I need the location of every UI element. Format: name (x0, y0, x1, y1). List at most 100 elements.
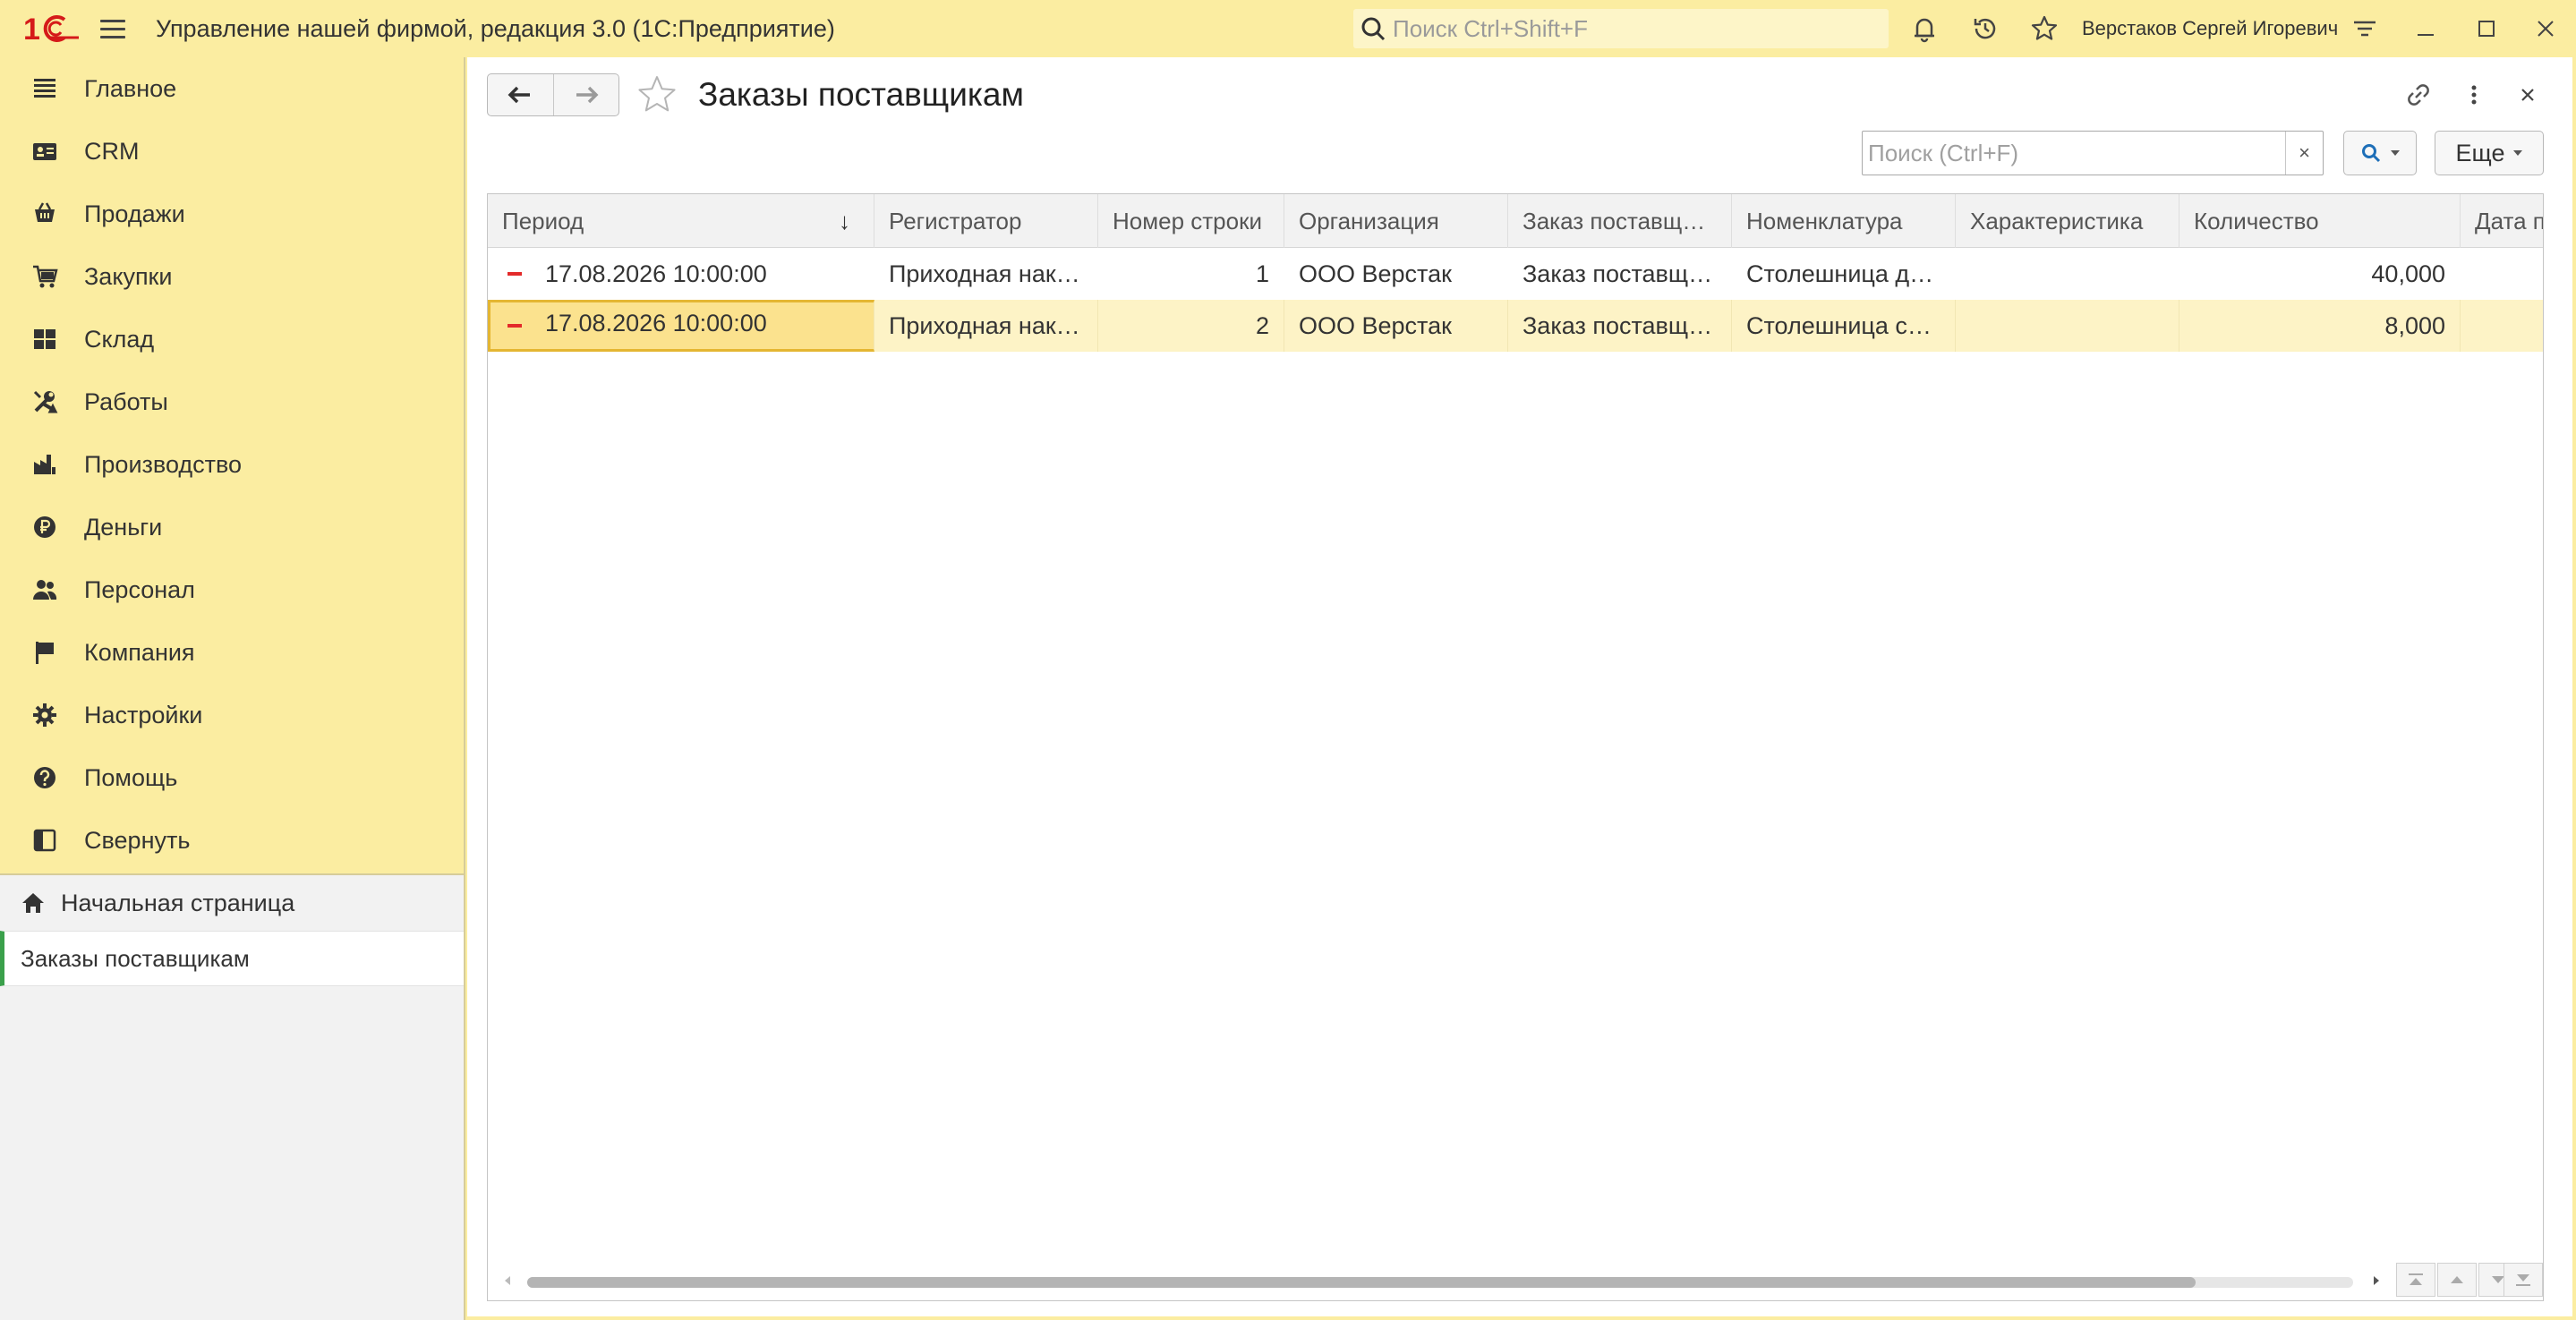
history-icon[interactable] (1969, 13, 2001, 45)
back-button[interactable] (488, 74, 553, 115)
favorite-star-icon[interactable] (634, 72, 680, 118)
sidebar-item-label: Помощь (84, 763, 178, 791)
forward-button[interactable] (552, 74, 619, 115)
table-row[interactable]: 17.08.2026 10:00:00 Приходная нак… 2 ООО… (488, 300, 2543, 352)
settings-lines-icon[interactable] (2349, 13, 2381, 45)
cart-icon (29, 198, 61, 230)
global-search-input[interactable] (1393, 14, 1876, 43)
cell-line-number[interactable]: 1 (1098, 248, 1284, 300)
column-header-nomenclature[interactable]: Номенклатура (1732, 194, 1956, 248)
sidebar-item-crm[interactable]: CRM (0, 120, 464, 183)
sidebar-item-sales[interactable]: Продажи (0, 183, 464, 245)
minimize-icon[interactable] (2410, 13, 2442, 45)
cell-quantity[interactable]: 40,000 (2179, 248, 2461, 300)
cell-quantity[interactable]: 8,000 (2179, 300, 2461, 352)
column-header-supplier-order[interactable]: Заказ поставщ… (1508, 194, 1732, 248)
list-icon (29, 72, 61, 105)
table-row[interactable]: 17.08.2026 10:00:00 Приходная нак… 1 ООО… (488, 248, 2543, 300)
cell-date[interactable] (2461, 300, 2543, 352)
sort-desc-icon: ↓ (839, 208, 850, 234)
column-header-date[interactable]: Дата п (2461, 194, 2543, 248)
crm-icon (29, 135, 61, 167)
title-bar: 1 Управление нашей фирмой, редакция 3.0 … (0, 0, 2576, 57)
sidebar-item-help[interactable]: Помощь (0, 746, 464, 809)
clear-search-button[interactable]: × (2285, 132, 2323, 175)
star-icon[interactable] (2028, 13, 2060, 45)
cell-supplier-order[interactable]: Заказ поставщ… (1508, 300, 1732, 352)
sidebar-item-main[interactable]: Главное (0, 57, 464, 120)
cell-line-number[interactable]: 2 (1098, 300, 1284, 352)
scrollbar-thumb[interactable] (527, 1277, 2196, 1288)
global-search[interactable] (1353, 9, 1889, 48)
cell-characteristic[interactable] (1956, 248, 2179, 300)
more-button[interactable]: Еще (2435, 131, 2544, 175)
sidebar-item-personnel[interactable]: Персонал (0, 558, 464, 621)
sidebar-item-purchases[interactable]: Закупки (0, 245, 464, 308)
sidebar-item-warehouse[interactable]: Склад (0, 308, 464, 370)
home-icon (18, 888, 48, 918)
column-header-registrator[interactable]: Регистратор (874, 194, 1098, 248)
user-name[interactable]: Верстаков Сергей Игоревич (2082, 0, 2338, 57)
arrow-left-icon (508, 86, 531, 104)
expense-mark-icon (508, 324, 522, 328)
scroll-left-icon[interactable] (499, 1272, 516, 1290)
expense-mark-icon (508, 272, 522, 276)
maximize-icon[interactable] (2470, 13, 2503, 45)
more-vertical-icon[interactable] (2456, 77, 2492, 113)
sidebar-item-label: Главное (84, 74, 177, 102)
sidebar-item-settings[interactable]: Настройки (0, 684, 464, 746)
scroll-up-icon[interactable] (2437, 1263, 2477, 1297)
sidebar-item-label: Производство (84, 450, 243, 478)
1c-logo-icon[interactable]: 1 (23, 11, 79, 47)
cell-registrator[interactable]: Приходная нак… (874, 248, 1098, 300)
history-nav (487, 73, 619, 116)
sidebar-item-label: Свернуть (84, 826, 191, 854)
factory-icon (29, 448, 61, 481)
sidebar-item-label: Работы (84, 387, 168, 415)
arrow-right-icon (576, 86, 599, 104)
sidebar-item-label: Закупки (84, 262, 173, 290)
column-header-line-number[interactable]: Номер строки (1098, 194, 1284, 248)
column-header-period[interactable]: Период ↓ (488, 194, 874, 248)
column-header-organization[interactable]: Организация (1284, 194, 1508, 248)
cell-period[interactable]: 17.08.2026 10:00:00 (488, 248, 874, 300)
close-icon[interactable] (2529, 13, 2562, 45)
table-header: Период ↓ Регистратор Номер строки Органи… (488, 194, 2543, 248)
bell-icon[interactable] (1908, 13, 1941, 45)
sidebar-item-money[interactable]: Деньги (0, 496, 464, 558)
cell-characteristic[interactable] (1956, 300, 2179, 352)
page-title: Заказы поставщикам (698, 76, 1024, 113)
search-icon (2362, 144, 2381, 163)
cell-date[interactable] (2461, 248, 2543, 300)
cell-supplier-order[interactable]: Заказ поставщ… (1508, 248, 1732, 300)
warehouse-icon (29, 323, 61, 355)
data-table: Период ↓ Регистратор Номер строки Органи… (487, 193, 2544, 1301)
link-icon[interactable] (2401, 77, 2436, 113)
main-menu-button[interactable] (97, 14, 129, 43)
scroll-right-icon[interactable] (2367, 1272, 2385, 1290)
open-page-current[interactable]: Заказы поставщикам (0, 931, 464, 986)
sidebar-item-collapse[interactable]: Свернуть (0, 809, 464, 872)
app-title: Управление нашей фирмой, редакция 3.0 (1… (156, 15, 835, 42)
form-close-icon[interactable] (2510, 77, 2546, 113)
scroll-to-top-icon[interactable] (2396, 1263, 2435, 1297)
sidebar-item-works[interactable]: Работы (0, 370, 464, 433)
sidebar-item-label: CRM (84, 137, 140, 165)
list-search-input[interactable] (1863, 139, 2274, 167)
open-page-home[interactable]: Начальная страница (0, 875, 464, 931)
cell-organization[interactable]: ООО Верстак (1284, 300, 1508, 352)
sidebar-item-production[interactable]: Производство (0, 433, 464, 496)
cell-registrator[interactable]: Приходная нак… (874, 300, 1098, 352)
scroll-to-bottom-icon[interactable] (2503, 1263, 2543, 1297)
cell-nomenclature[interactable]: Столешница д… (1732, 248, 1956, 300)
sidebar-item-company[interactable]: Компания (0, 621, 464, 684)
cell-nomenclature[interactable]: Столешница с… (1732, 300, 1956, 352)
cell-organization[interactable]: ООО Верстак (1284, 248, 1508, 300)
sidebar-item-label: Персонал (84, 575, 195, 603)
horizontal-scrollbar[interactable] (488, 1261, 2543, 1300)
search-button[interactable] (2343, 131, 2417, 175)
cell-period[interactable]: 17.08.2026 10:00:00 (488, 300, 874, 352)
open-page-label: Заказы поставщикам (21, 944, 250, 972)
column-header-characteristic[interactable]: Характеристика (1956, 194, 2179, 248)
column-header-quantity[interactable]: Количество (2179, 194, 2461, 248)
